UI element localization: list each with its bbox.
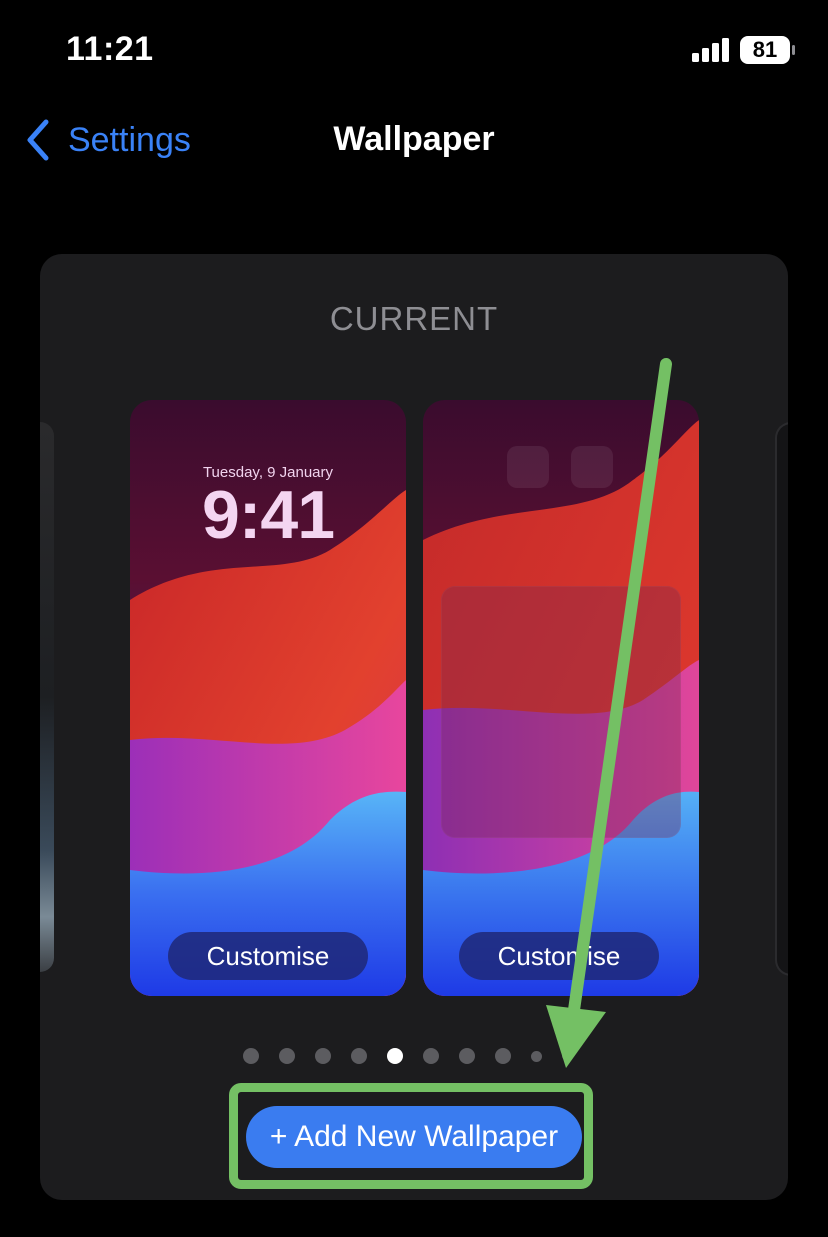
next-wallpaper-peek[interactable] [775,422,788,976]
page-dot[interactable] [562,1052,570,1060]
page-title: Wallpaper [333,120,495,158]
status-time: 11:21 [66,30,154,68]
widget-placeholder [441,586,681,838]
battery-level: 81 [752,37,778,62]
app-icon-placeholder [571,446,613,488]
customise-home-screen-button[interactable]: Customise [459,932,659,980]
add-new-wallpaper-button[interactable]: + Add New Wallpaper [246,1106,582,1168]
page-indicator[interactable] [243,1048,570,1064]
page-dot[interactable] [279,1048,295,1064]
page-dot[interactable] [423,1048,439,1064]
lock-screen-time: 9:41 [201,477,335,553]
home-screen-preview[interactable]: Customise [423,400,699,996]
page-dot[interactable] [243,1048,259,1064]
page-dot[interactable] [495,1048,511,1064]
current-section-label: CURRENT [329,300,499,337]
customise-lock-screen-button[interactable]: Customise [168,932,368,980]
page-dot-active[interactable] [387,1048,403,1064]
cellular-signal-icon [692,38,729,62]
page-dot[interactable] [531,1050,542,1062]
page-dot[interactable] [315,1048,331,1064]
wallpaper-card: CURRENT Tuesday, 9 January 9:41 Customis… [40,254,788,1200]
page-dot[interactable] [351,1048,367,1064]
page-dot[interactable] [459,1048,475,1064]
app-icon-placeholder [507,446,549,488]
lock-screen-preview[interactable]: Tuesday, 9 January 9:41 Customise [130,400,406,996]
previous-wallpaper-peek[interactable] [40,422,54,972]
